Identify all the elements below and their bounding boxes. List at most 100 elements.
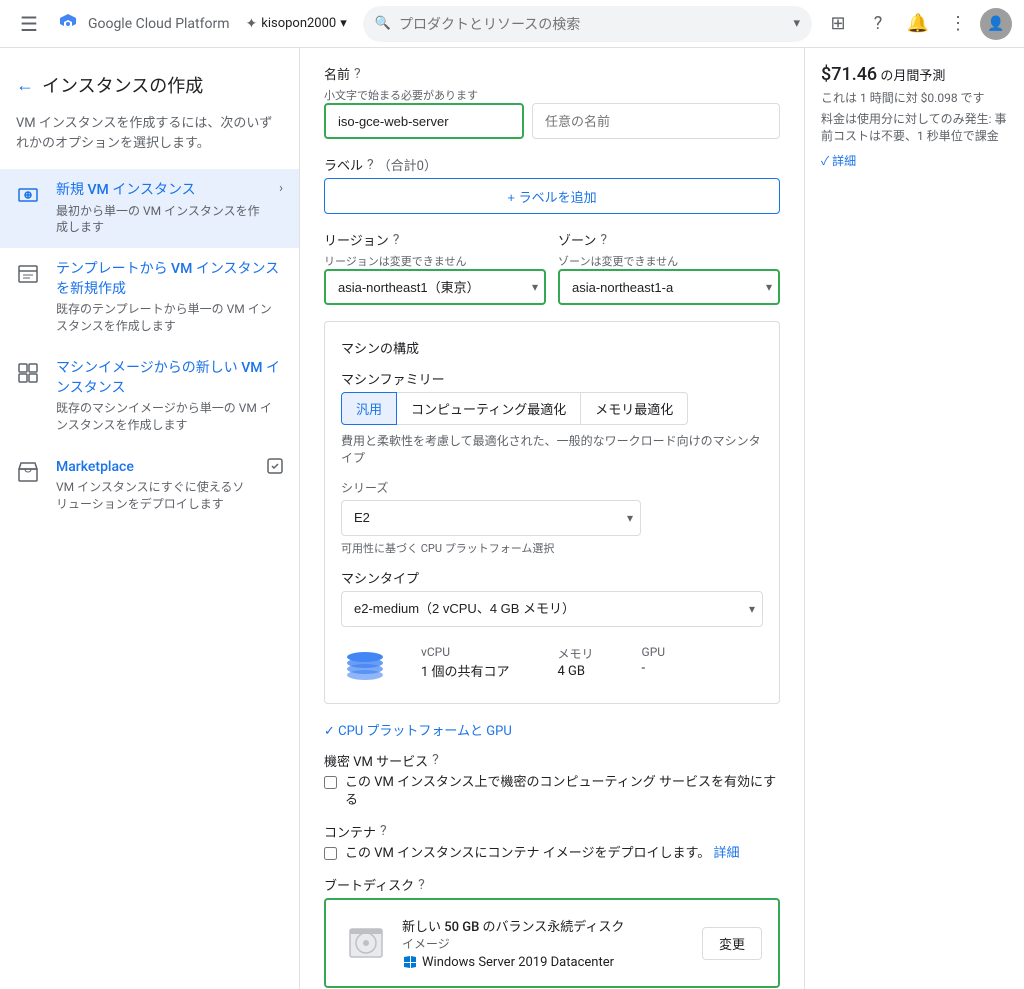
marketplace-content: Marketplace VM インスタンスにすぐに使えるソリューションをデプロイ… [56,458,251,513]
container-details-link[interactable]: 詳細 [713,846,739,861]
project-selector[interactable]: ✦ kisopon2000 ▾ [238,12,355,36]
name-help-icon[interactable]: ? [354,66,361,82]
marketplace-subtitle: VM インスタンスにすぐに使えるソリューションをデプロイします [56,479,251,513]
confidential-vm-label: 機密 VM サービス ? [324,751,780,770]
from-machine-image-subtitle: 既存のマシンイメージから単一の VM インスタンスを作成します [56,400,283,434]
gcp-logo-icon [54,10,82,38]
from-template-title: テンプレートから VM インスタンスを新規作成 [56,260,283,299]
region-label: リージョン ? [324,230,546,249]
cpu-gpu-link[interactable]: ✓ CPU プラットフォームと GPU [324,720,780,739]
new-vm-subtitle: 最初から単一の VM インスタンスを作成します [56,203,263,237]
mf-tab-compute[interactable]: コンピューティング最適化 [397,392,581,425]
region-select[interactable]: asia-northeast1（東京） [324,269,546,305]
boot-disk-icon [342,919,390,967]
machine-visual-icon [341,639,389,687]
series-note: 可用性に基づく CPU プラットフォーム選択 [341,540,763,556]
gpu-spec: GPU - [642,645,666,680]
series-label: シリーズ [341,479,763,496]
region-help-icon[interactable]: ? [393,232,400,248]
mf-tab-general[interactable]: 汎用 [341,392,397,425]
sidebar-title: インスタンスの作成 [42,72,203,98]
cost-note: 料金は使用分に対してのみ発生: 事前コストは不要、1 秒単位で課金 [821,110,1008,144]
boot-disk-description: 新しい 50 GB のバランス永続ディスク [402,916,690,935]
search-icon: 🔍 [375,16,391,31]
sidebar: ← インスタンスの作成 VM インスタンスを作成するには、次のいずれかのオプショ… [0,48,300,989]
machine-family-tabs: 汎用 コンピューティング最適化 メモリ最適化 [341,392,763,425]
container-note: この VM インスタンスにコンテナ イメージをデプロイします。 詳細 [345,845,739,863]
mf-tab-memory[interactable]: メモリ最適化 [581,392,688,425]
search-dropdown-icon[interactable]: ▾ [793,16,800,31]
sidebar-header: ← インスタンスの作成 [0,64,299,114]
more-icon[interactable]: ⋮ [940,6,976,42]
container-checkbox-label[interactable]: この VM インスタンスにコンテナ イメージをデプロイします。 詳細 [324,845,780,863]
marketplace-title: Marketplace [56,458,251,478]
vcpu-spec: vCPU 1 個の共有コア [421,645,510,680]
machine-family-desc: 費用と柔軟性を考慮して最適化された、一般的なワークロード向けのマシンタイプ [341,433,763,467]
from-template-subtitle: 既存のテンプレートから単一の VM インスタンスを作成します [56,301,283,335]
name-note: 小文字で始まる必要があります [324,87,780,103]
help-icon[interactable]: ? [860,6,896,42]
sidebar-item-from-machine-image[interactable]: マシンイメージからの新しい VM インスタンス 既存のマシンイメージから単一の … [0,347,299,446]
memory-value: 4 GB [558,664,594,679]
container-section: コンテナ ? この VM インスタンスにコンテナ イメージをデプロイします。 詳… [324,822,780,863]
boot-disk-content: 新しい 50 GB のバランス永続ディスク イメージ Windows Serve… [342,916,762,970]
container-help-icon[interactable]: ? [380,823,387,839]
marketplace-extra-icon [267,458,283,474]
top-navigation: ☰ Google Cloud Platform ✦ kisopon2000 ▾ … [0,0,1024,48]
label-help-icon[interactable]: ? [367,157,374,173]
avatar[interactable]: 👤 [980,8,1012,40]
sidebar-item-from-template[interactable]: テンプレートから VM インスタンスを新規作成 既存のテンプレートから単一の V… [0,248,299,347]
search-bar: 🔍 ▾ [363,6,812,42]
name-input[interactable] [324,103,524,139]
region-zone-section: リージョン ? リージョンは変更できません asia-northeast1（東京… [324,230,780,305]
apps-icon[interactable]: ⊞ [820,6,856,42]
memory-spec: メモリ 4 GB [558,645,594,680]
container-label: コンテナ ? [324,822,780,841]
container-checkbox[interactable] [324,847,337,860]
add-label-button[interactable]: + ラベルを追加 [324,178,780,214]
confidential-vm-checkbox-label[interactable]: この VM インスタンス上で機密のコンピューティング サービスを有効にする [324,774,780,810]
region-wrap: リージョン ? リージョンは変更できません asia-northeast1（東京… [324,230,546,305]
memory-header: メモリ [558,645,594,662]
machine-specs-display: vCPU 1 個の共有コア メモリ 4 GB GPU - [341,639,763,687]
confidential-vm-help-icon[interactable]: ? [432,752,439,768]
boot-disk-section: ブートディスク ? 新しい 50 GB のバランス永続ディスク イメージ [324,875,780,988]
confidential-vm-checkbox[interactable] [324,776,337,789]
windows-icon [402,954,418,970]
marketplace-icon [16,460,40,484]
from-machine-image-icon [16,361,40,385]
machine-specs: vCPU 1 個の共有コア メモリ 4 GB GPU - [421,645,665,680]
from-template-content: テンプレートから VM インスタンスを新規作成 既存のテンプレートから単一の V… [56,260,283,335]
gpu-value: - [642,661,666,676]
machine-config-section: マシンの構成 マシンファミリー 汎用 コンピューティング最適化 メモリ最適化 費… [324,321,780,704]
name-label: 名前 ? [324,64,780,83]
back-button[interactable]: ← [16,75,34,96]
new-vm-content: 新規 VM インスタンス 最初から単一の VM インスタンスを作成します [56,181,263,236]
from-machine-image-title: マシンイメージからの新しい VM インスタンス [56,359,283,398]
machine-type-label: マシンタイプ [341,568,763,587]
cost-amount: $71.46 [821,64,877,85]
boot-disk-label: ブートディスク ? [324,875,780,894]
main-content: 名前 ? 小文字で始まる必要があります ラベル ? （合計0） + ラベルを追加 [300,48,804,989]
notifications-icon[interactable]: 🔔 [900,6,936,42]
search-input[interactable] [399,16,794,32]
cost-details-link[interactable]: ✓ 詳細 [821,152,1008,169]
machine-config-title: マシンの構成 [341,338,763,357]
series-select[interactable]: E2 [341,500,641,536]
zone-help-icon[interactable]: ? [600,232,607,248]
change-boot-disk-button[interactable]: 変更 [702,927,762,960]
name-placeholder-input[interactable] [532,103,780,139]
sidebar-item-new-vm[interactable]: 新規 VM インスタンス 最初から単一の VM インスタンスを作成します › [0,169,299,248]
cost-period: の月間予測 [880,69,945,84]
hamburger-icon[interactable]: ☰ [12,4,46,44]
machine-type-select[interactable]: e2-medium（2 vCPU、4 GB メモリ） [341,591,763,627]
sidebar-item-marketplace[interactable]: Marketplace VM インスタンスにすぐに使えるソリューションをデプロイ… [0,446,299,525]
boot-disk-help-icon[interactable]: ? [418,877,425,893]
confidential-vm-note: この VM インスタンス上で機密のコンピューティング サービスを有効にする [345,774,780,810]
gcp-logo[interactable]: Google Cloud Platform [54,10,230,38]
cost-display: $71.46 の月間予測 [821,64,1008,85]
boot-disk-os: Windows Server 2019 Datacenter [402,954,690,970]
boot-disk-info: 新しい 50 GB のバランス永続ディスク イメージ Windows Serve… [402,916,690,970]
zone-select[interactable]: asia-northeast1-a [558,269,780,305]
boot-disk-image-label: イメージ [402,935,690,952]
